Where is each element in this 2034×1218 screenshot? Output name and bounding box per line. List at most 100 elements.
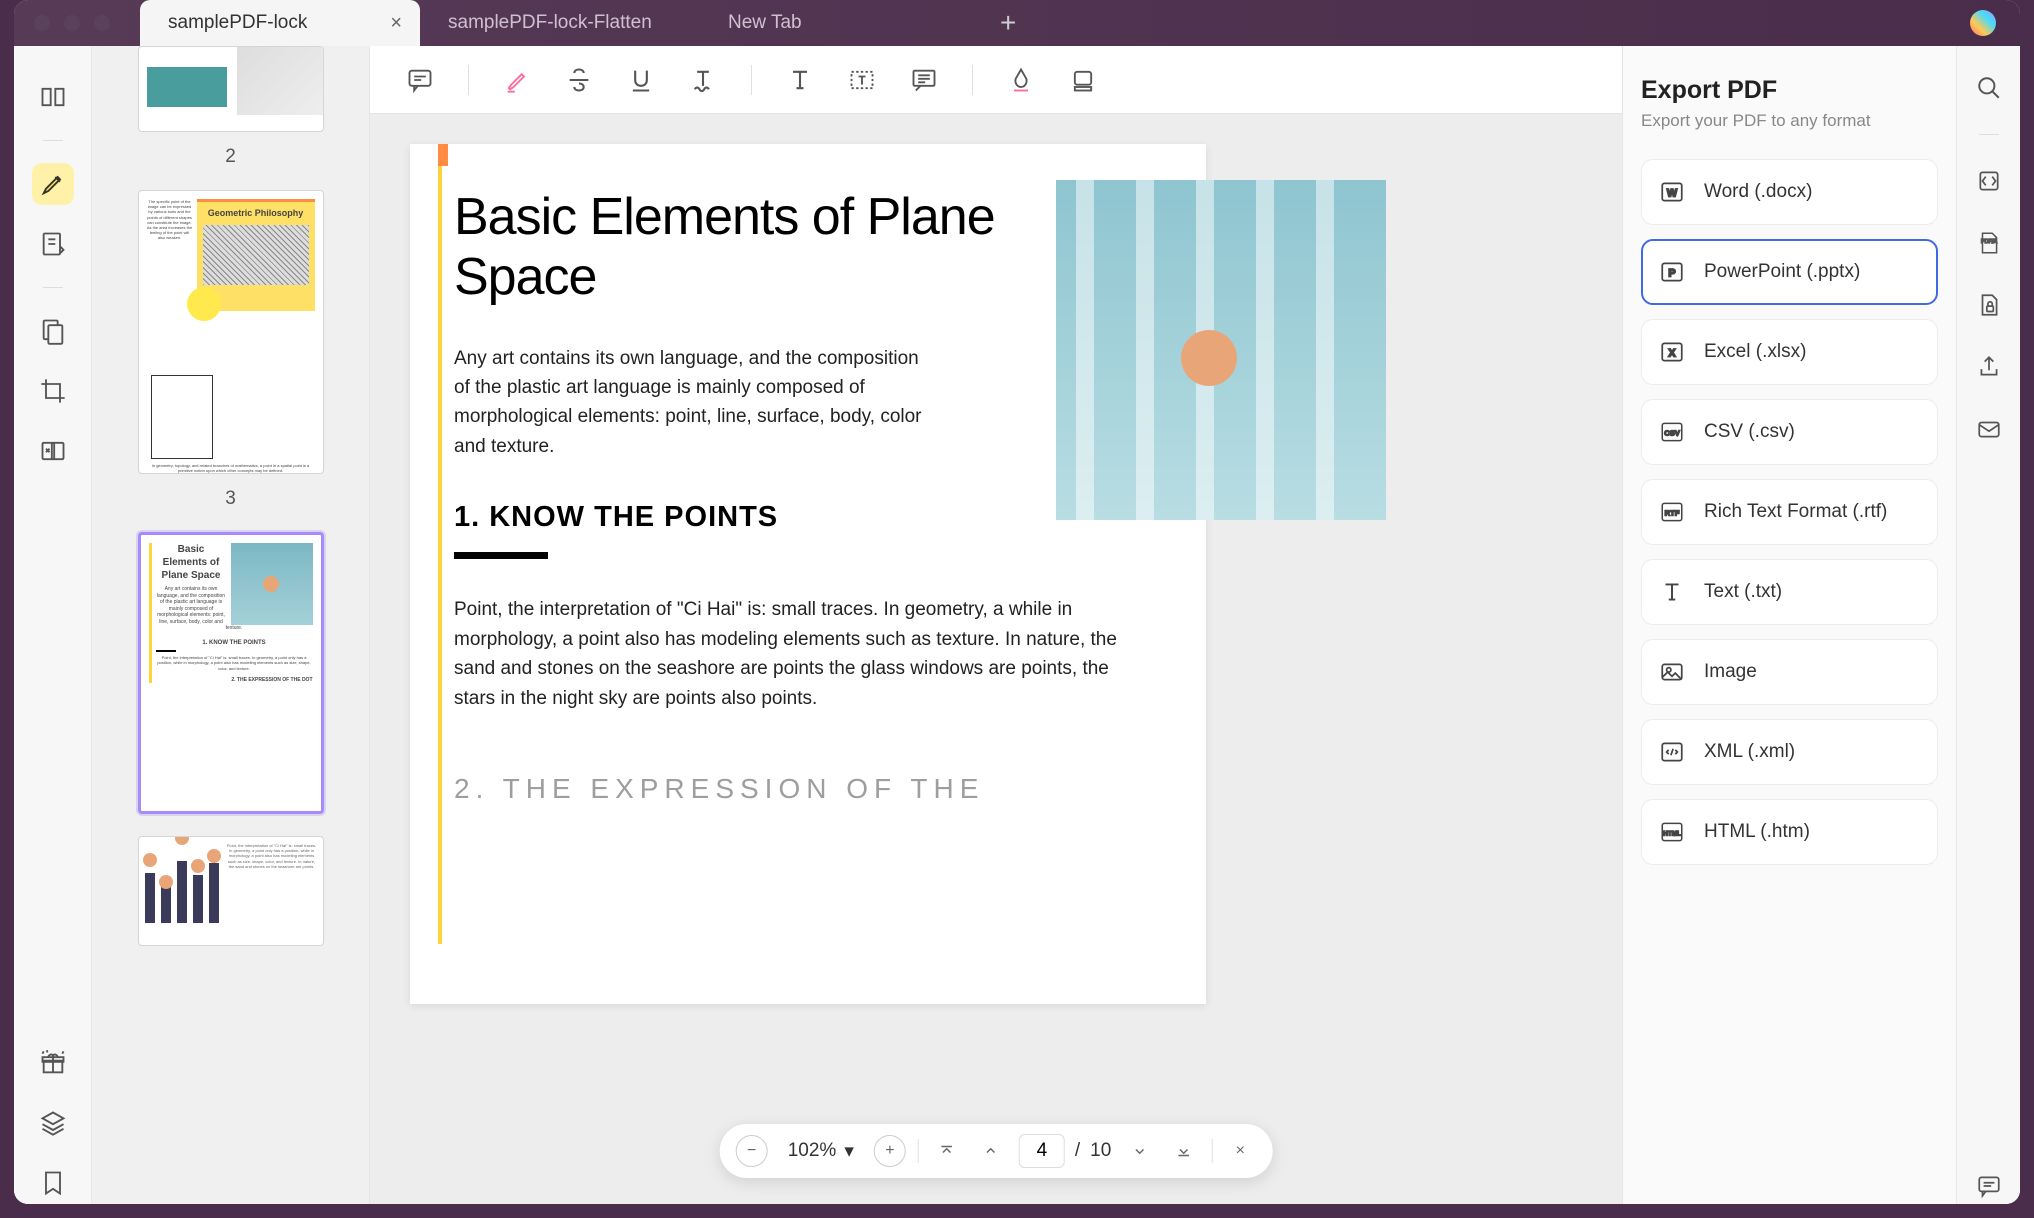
page-indicator: / 10 xyxy=(1019,1134,1111,1168)
tab-3[interactable]: New Tab xyxy=(700,0,980,46)
pdfa-icon[interactable]: PDF/A xyxy=(1971,225,2007,261)
export-option-label: Text (.txt) xyxy=(1704,581,1782,603)
text-tool-icon[interactable] xyxy=(780,60,820,100)
zoom-level[interactable]: 102% ▾ xyxy=(780,1140,862,1163)
tab-label: samplePDF-lock-Flatten xyxy=(448,12,652,34)
export-option-word[interactable]: W Word (.docx) xyxy=(1641,159,1938,225)
prev-page-button[interactable] xyxy=(975,1135,1007,1167)
export-option-label: CSV (.csv) xyxy=(1704,421,1795,443)
export-option-csv[interactable]: CSV CSV (.csv) xyxy=(1641,399,1938,465)
content-area: 2 Geometric Philosophy The specific poin… xyxy=(14,46,2020,1204)
close-nav-button[interactable]: × xyxy=(1224,1135,1256,1167)
thumbnail-page-3[interactable]: Geometric Philosophy The specific point … xyxy=(122,190,339,510)
export-option-powerpoint[interactable]: P PowerPoint (.pptx) xyxy=(1641,239,1938,305)
comment-tool-icon[interactable] xyxy=(400,60,440,100)
xml-icon xyxy=(1658,738,1686,766)
export-option-label: HTML (.htm) xyxy=(1704,821,1810,843)
highlight-tool-icon[interactable] xyxy=(497,60,537,100)
thumbnail-page-2[interactable]: 2 xyxy=(122,46,339,168)
tab-label: New Tab xyxy=(728,12,802,34)
powerpoint-icon: P xyxy=(1658,258,1686,286)
close-window-button[interactable] xyxy=(34,15,50,31)
pages-tool-icon[interactable] xyxy=(32,310,74,352)
export-option-html[interactable]: HTML HTML (.htm) xyxy=(1641,799,1938,865)
svg-text:PDF/A: PDF/A xyxy=(1981,239,1997,245)
word-icon: W xyxy=(1658,178,1686,206)
export-panel: Export PDF Export your PDF to any format… xyxy=(1622,46,1956,1204)
html-icon: HTML xyxy=(1658,818,1686,846)
current-page-input[interactable] xyxy=(1019,1134,1065,1168)
ink-tool-icon[interactable] xyxy=(1001,60,1041,100)
textbox-tool-icon[interactable] xyxy=(842,60,882,100)
right-sidebar: PDF/A xyxy=(1956,46,2020,1204)
thumbnail-label: 2 xyxy=(122,146,339,168)
rtf-icon: RTF xyxy=(1658,498,1686,526)
text-icon xyxy=(1658,578,1686,606)
maximize-window-button[interactable] xyxy=(94,15,110,31)
close-tab-icon[interactable]: × xyxy=(390,12,402,35)
export-option-label: Rich Text Format (.rtf) xyxy=(1704,501,1887,523)
squiggly-tool-icon[interactable] xyxy=(683,60,723,100)
export-option-xml[interactable]: XML (.xml) xyxy=(1641,719,1938,785)
export-title: Export PDF xyxy=(1641,76,1938,105)
main-viewer: Basic Elements of Plane Space Any art co… xyxy=(370,46,1622,1204)
tab-2[interactable]: samplePDF-lock-Flatten xyxy=(420,0,700,46)
highlighter-tool-icon[interactable] xyxy=(32,163,74,205)
first-page-button[interactable] xyxy=(931,1135,963,1167)
heading-underline xyxy=(454,552,548,559)
svg-text:HTML: HTML xyxy=(1663,830,1681,837)
crop-tool-icon[interactable] xyxy=(32,370,74,412)
export-option-label: Excel (.xlsx) xyxy=(1704,341,1806,363)
next-page-button[interactable] xyxy=(1123,1135,1155,1167)
svg-text:RTF: RTF xyxy=(1665,508,1680,517)
mail-icon[interactable] xyxy=(1971,411,2007,447)
layers-icon[interactable] xyxy=(32,1102,74,1144)
page-intro: Any art contains its own language, and t… xyxy=(454,344,934,462)
zoom-in-button[interactable]: + xyxy=(874,1135,906,1167)
app-window: samplePDF-lock × samplePDF-lock-Flatten … xyxy=(14,0,2020,1204)
brand-logo-icon xyxy=(1970,10,1996,36)
page-title: Basic Elements of Plane Space xyxy=(454,188,1146,308)
thumbnails-panel[interactable]: 2 Geometric Philosophy The specific poin… xyxy=(92,46,370,1204)
section-heading-1: 1. KNOW THE POINTS xyxy=(454,501,1146,534)
share-icon[interactable] xyxy=(1971,349,2007,385)
total-pages: 10 xyxy=(1090,1140,1111,1162)
underline-tool-icon[interactable] xyxy=(621,60,661,100)
export-option-text[interactable]: Text (.txt) xyxy=(1641,559,1938,625)
thumbnail-page-4[interactable]: Basic Elements of Plane Space Any art co… xyxy=(122,532,339,814)
zoom-out-button[interactable]: − xyxy=(736,1135,768,1167)
export-option-image[interactable]: Image xyxy=(1641,639,1938,705)
thumbnail-page-5[interactable]: Point, the interpretation of "Ci Hai" is… xyxy=(122,836,339,946)
edit-tool-icon[interactable] xyxy=(32,223,74,265)
search-icon[interactable] xyxy=(1971,70,2007,106)
tab-1[interactable]: samplePDF-lock × xyxy=(140,0,420,46)
pdf-page: Basic Elements of Plane Space Any art co… xyxy=(410,144,1206,1004)
new-tab-button[interactable]: + xyxy=(980,7,1036,39)
strikethrough-tool-icon[interactable] xyxy=(559,60,599,100)
minimize-window-button[interactable] xyxy=(64,15,80,31)
export-option-label: PowerPoint (.pptx) xyxy=(1704,261,1860,283)
chat-icon[interactable] xyxy=(1971,1168,2007,1204)
export-option-rtf[interactable]: RTF Rich Text Format (.rtf) xyxy=(1641,479,1938,545)
thumbnail-label: 3 xyxy=(122,488,339,510)
image-icon xyxy=(1658,658,1686,686)
compare-tool-icon[interactable] xyxy=(32,430,74,472)
excel-icon: X xyxy=(1658,338,1686,366)
page-navigation-bar: − 102% ▾ + / 10 × xyxy=(720,1124,1273,1178)
export-option-label: Word (.docx) xyxy=(1704,181,1812,203)
export-option-label: XML (.xml) xyxy=(1704,741,1795,763)
gift-icon[interactable] xyxy=(32,1042,74,1084)
callout-tool-icon[interactable] xyxy=(904,60,944,100)
export-option-excel[interactable]: X Excel (.xlsx) xyxy=(1641,319,1938,385)
tab-label: samplePDF-lock xyxy=(168,12,307,34)
reader-mode-icon[interactable] xyxy=(32,76,74,118)
lock-icon[interactable] xyxy=(1971,287,2007,323)
left-sidebar xyxy=(14,46,92,1204)
bookmark-icon[interactable] xyxy=(32,1162,74,1204)
stamp-tool-icon[interactable] xyxy=(1063,60,1103,100)
convert-icon[interactable] xyxy=(1971,163,2007,199)
last-page-button[interactable] xyxy=(1167,1135,1199,1167)
annotation-toolbar xyxy=(370,46,1622,114)
page-viewport[interactable]: Basic Elements of Plane Space Any art co… xyxy=(370,114,1622,1004)
section-heading-2: 2. THE EXPRESSION OF THE xyxy=(454,773,1146,805)
